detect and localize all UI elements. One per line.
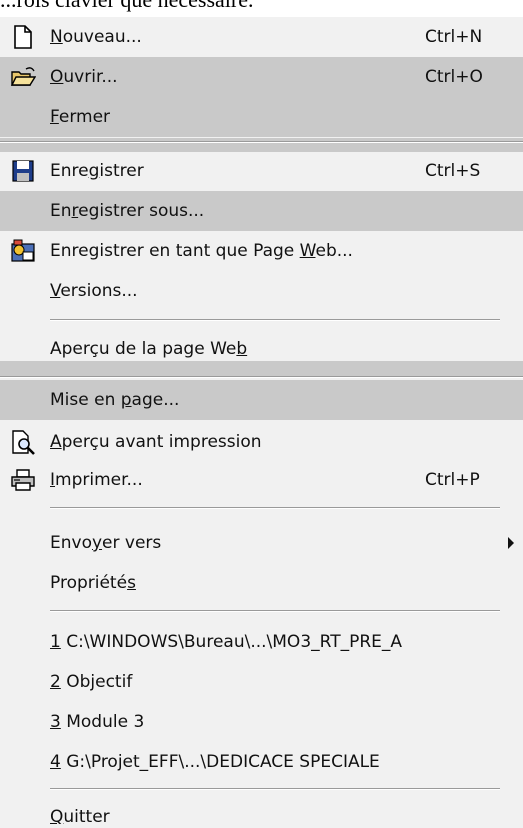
menu-item-versions[interactable]: Versions... [0, 271, 523, 311]
menu-item-label: 4 G:\Projet_EFF\...\DEDICACE SPECIALE [50, 752, 380, 772]
document-text-fragment: ...rois clavier que nécessaire. [0, 0, 523, 12]
new-document-icon [10, 24, 36, 50]
menu-item-shortcut: Ctrl+P [425, 470, 480, 490]
menu-separator [50, 507, 500, 509]
menu-item-open[interactable]: Ouvrir... Ctrl+O [0, 57, 523, 97]
menu-item-close[interactable]: Fermer [0, 97, 523, 137]
menu-item-label: Nouveau... [50, 27, 142, 47]
menu-item-label: Enregistrer sous... [50, 201, 205, 221]
menu-separator [50, 319, 500, 321]
menu-item-label: Versions... [50, 281, 138, 301]
file-menu: Nouveau... Ctrl+N Ouvrir... Ctrl+O Ferme… [0, 17, 523, 828]
submenu-arrow-icon [508, 537, 514, 549]
menu-item-recent-file-1[interactable]: 1 C:\WINDOWS\Bureau\...\MO3_RT_PRE_A [0, 622, 523, 662]
menu-item-label: Propriétés [50, 573, 136, 593]
menu-item-save-as[interactable]: Enregistrer sous... [0, 191, 523, 231]
menu-item-page-setup[interactable]: Mise en page... [0, 380, 523, 420]
menu-item-label: Quitter [50, 807, 110, 827]
menu-item-recent-file-4[interactable]: 4 G:\Projet_EFF\...\DEDICACE SPECIALE [0, 742, 523, 782]
menu-item-save[interactable]: Enregistrer Ctrl+S [0, 151, 523, 191]
menu-item-label: Enregistrer en tant que Page Web... [50, 241, 353, 261]
menu-item-quit[interactable]: Quitter [0, 797, 523, 828]
menu-item-label: 1 C:\WINDOWS\Bureau\...\MO3_RT_PRE_A [50, 632, 403, 652]
menu-item-properties[interactable]: Propriétés [0, 563, 523, 603]
menu-item-save-as-web-page[interactable]: Enregistrer en tant que Page Web... [0, 231, 523, 271]
menu-item-print-preview[interactable]: Aperçu avant impression [0, 422, 523, 462]
open-folder-icon [10, 64, 36, 90]
menu-item-label: 3 Module 3 [50, 712, 145, 732]
menu-item-shortcut: Ctrl+O [425, 67, 483, 87]
menu-item-recent-file-3[interactable]: 3 Module 3 [0, 702, 523, 742]
print-preview-icon [10, 429, 36, 455]
menu-item-label: Imprimer... [50, 470, 143, 490]
printer-icon [10, 467, 36, 493]
menu-item-shortcut: Ctrl+N [425, 27, 483, 47]
menu-item-label: Ouvrir... [50, 67, 118, 87]
menu-item-label: Aperçu avant impression [50, 432, 262, 452]
menu-item-send-to[interactable]: Envoyer vers [0, 523, 523, 563]
menu-separator [50, 610, 500, 612]
menu-item-recent-file-2[interactable]: 2 Objectif [0, 662, 523, 702]
save-web-page-icon [10, 238, 36, 264]
menu-item-label: Enregistrer [50, 161, 144, 181]
menu-item-label: 2 Objectif [50, 672, 133, 692]
save-disk-icon [10, 158, 36, 184]
menu-item-new[interactable]: Nouveau... Ctrl+N [0, 17, 523, 57]
menu-item-label: Aperçu de la page Web [50, 339, 248, 359]
menu-item-label: Fermer [50, 107, 111, 127]
menu-item-label: Mise en page... [50, 390, 180, 410]
menu-item-shortcut: Ctrl+S [425, 161, 481, 181]
menu-separator [0, 376, 523, 378]
menu-item-label: Envoyer vers [50, 533, 162, 553]
menu-separator [0, 141, 523, 143]
menu-separator [50, 788, 500, 790]
menu-item-web-page-preview[interactable]: Aperçu de la page Web [0, 329, 523, 369]
menu-item-print[interactable]: Imprimer... Ctrl+P [0, 460, 523, 500]
